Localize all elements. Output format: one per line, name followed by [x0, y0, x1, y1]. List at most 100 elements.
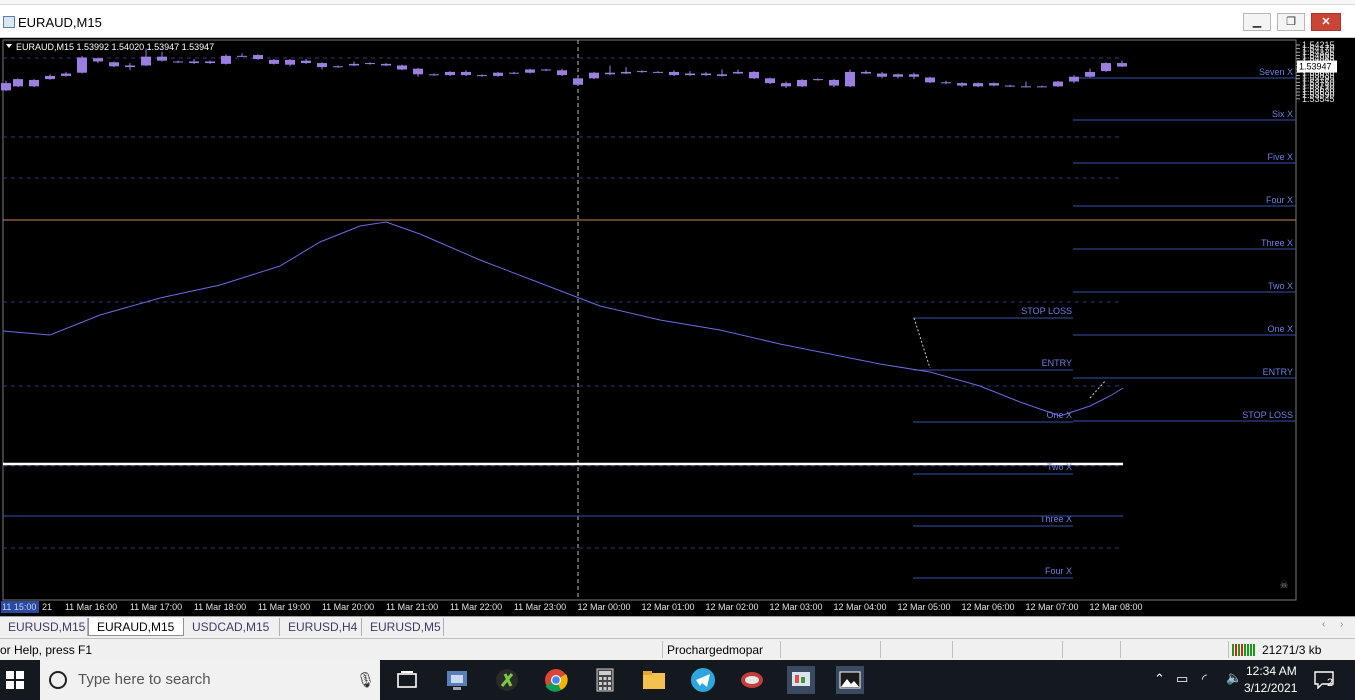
candle-body [29, 79, 39, 87]
chart-tab[interactable]: USDCAD,M15 [184, 618, 280, 636]
candle-body [621, 71, 631, 74]
chart-tab[interactable]: EURAUD,M15 [88, 618, 184, 636]
status-divider [1228, 641, 1229, 658]
windows-taskbar: Type here to search 🎙 ⌃ ▭ ◜ 🔈 12:34 AM 3… [0, 660, 1355, 700]
chart-menu-arrow-icon [6, 44, 12, 48]
notification-count: 2 [1327, 677, 1334, 689]
close-button[interactable]: ✕ [1311, 13, 1341, 31]
chart-canvas[interactable]: 1.542151.541701.541251.540851.540451.540… [0, 38, 1355, 616]
mid-level-label: Two X [1047, 462, 1072, 472]
minimize-button[interactable]: ▁ [1243, 13, 1271, 31]
task-view-icon[interactable] [393, 666, 421, 694]
candle-body [749, 71, 759, 79]
microphone-icon[interactable]: 🎙 [356, 671, 375, 689]
network-app-icon[interactable] [443, 666, 471, 694]
candle-body [477, 75, 487, 77]
status-profile: Prochargedmopar [667, 643, 764, 657]
candle-body [77, 57, 87, 73]
window-titlebar: EURAUD,M15 ▁ ❐ ✕ [0, 0, 1355, 38]
candle-body [349, 63, 359, 66]
time-tick-label: 12 Mar 06:00 [961, 602, 1014, 612]
time-tick-label: 12 Mar 03:00 [769, 602, 822, 612]
taskbar-search[interactable]: Type here to search 🎙 [40, 660, 380, 700]
status-divider [1062, 641, 1063, 658]
clock-date[interactable]: 3/12/2021 [1244, 681, 1297, 695]
price-chart[interactable]: 1.542151.541701.541251.540851.540451.540… [0, 38, 1355, 616]
time-tick-label: 11 Mar 17:00 [130, 602, 182, 612]
candle-body [173, 61, 183, 63]
target-level-label: Two X [1268, 281, 1293, 291]
candle-body [429, 74, 439, 76]
calculator-icon[interactable] [591, 666, 619, 694]
candle-body [685, 73, 695, 76]
candle-body [989, 83, 999, 86]
time-tick-label: 11 Mar 21:00 [386, 602, 438, 612]
candle-body [637, 71, 647, 73]
time-tick-label: 12 Mar 08:00 [1089, 602, 1142, 612]
candle-body [365, 63, 375, 65]
status-divider [952, 641, 953, 658]
trading-terminal-icon[interactable] [787, 666, 815, 694]
candle-body [381, 63, 391, 66]
target-level-label: Four X [1266, 195, 1293, 205]
status-divider [662, 641, 663, 658]
status-divider [780, 641, 781, 658]
tab-scroll-right-icon[interactable]: › [1340, 619, 1343, 630]
chart-tab[interactable]: EURUSD,M5 [362, 618, 444, 636]
status-bar: or Help, press F1 Prochargedmopar 21271/… [0, 638, 1355, 660]
candle-body [125, 65, 135, 68]
chart-tab[interactable]: EURUSD,M15 [0, 618, 88, 636]
photos-icon[interactable] [836, 666, 864, 694]
chrome-icon[interactable] [542, 666, 570, 694]
chart-tab[interactable]: EURUSD,H4 [280, 618, 362, 636]
green-app-icon[interactable] [493, 666, 521, 694]
mid-level-label: Four X [1045, 566, 1072, 576]
time-tick-label: 12 Mar 02:00 [705, 602, 758, 612]
candle-body [717, 74, 727, 76]
maximize-button[interactable]: ❐ [1277, 13, 1305, 31]
candle-body [589, 72, 599, 79]
show-hidden-icons-icon[interactable]: ⌃ [1154, 671, 1165, 687]
battery-icon[interactable]: ▭ [1176, 671, 1188, 687]
time-tick-label: 12 Mar 00:00 [577, 602, 630, 612]
candle-body [221, 55, 231, 64]
status-divider [880, 641, 881, 658]
candle-body [301, 60, 311, 64]
metatrader-app-icon[interactable] [738, 666, 766, 694]
expert-advisor-icon: ☠ [1280, 580, 1289, 591]
window-title: EURAUD,M15 [18, 15, 102, 30]
candle-body [941, 82, 951, 84]
windows-start-icon[interactable] [6, 671, 24, 689]
telegram-icon[interactable] [689, 666, 717, 694]
time-tick-label: 11 15:00 [2, 602, 36, 612]
candle-body [61, 73, 71, 76]
time-tick-label: 12 Mar 07:00 [1025, 602, 1078, 612]
wifi-icon[interactable]: ◜ [1202, 671, 1207, 687]
trendline-arrow [913, 317, 931, 369]
candle-body [813, 79, 823, 81]
candle-body [13, 79, 23, 87]
candle-body [877, 73, 887, 77]
time-tick-label: 11 Mar 16:00 [65, 602, 117, 612]
candle-body [237, 55, 247, 57]
candle-body [253, 55, 263, 60]
candle-body [909, 74, 919, 77]
candle-body [1, 83, 11, 91]
volume-icon[interactable]: 🔈 [1226, 670, 1242, 686]
chart-header-text: EURAUD,M15 1.53992 1.54020 1.53947 1.539… [16, 42, 214, 52]
time-tick-label: 11 Mar 22:00 [450, 602, 502, 612]
time-tick-label: 11 Mar 23:00 [514, 602, 566, 612]
candle-body [925, 77, 935, 83]
candle-body [557, 70, 567, 76]
time-tick-label: 21 [42, 602, 52, 612]
candle-body [493, 72, 503, 76]
candle-body [733, 71, 743, 74]
status-traffic: 21271/3 kb [1262, 643, 1322, 657]
cortana-icon [49, 671, 67, 689]
target-level-label: STOP LOSS [1242, 410, 1293, 420]
file-explorer-icon[interactable] [640, 666, 668, 694]
candle-body [525, 69, 535, 73]
connection-bars-icon [1232, 644, 1255, 656]
tab-scroll-left-icon[interactable]: ‹ [1322, 619, 1325, 630]
clock-time[interactable]: 12:34 AM [1246, 664, 1297, 678]
